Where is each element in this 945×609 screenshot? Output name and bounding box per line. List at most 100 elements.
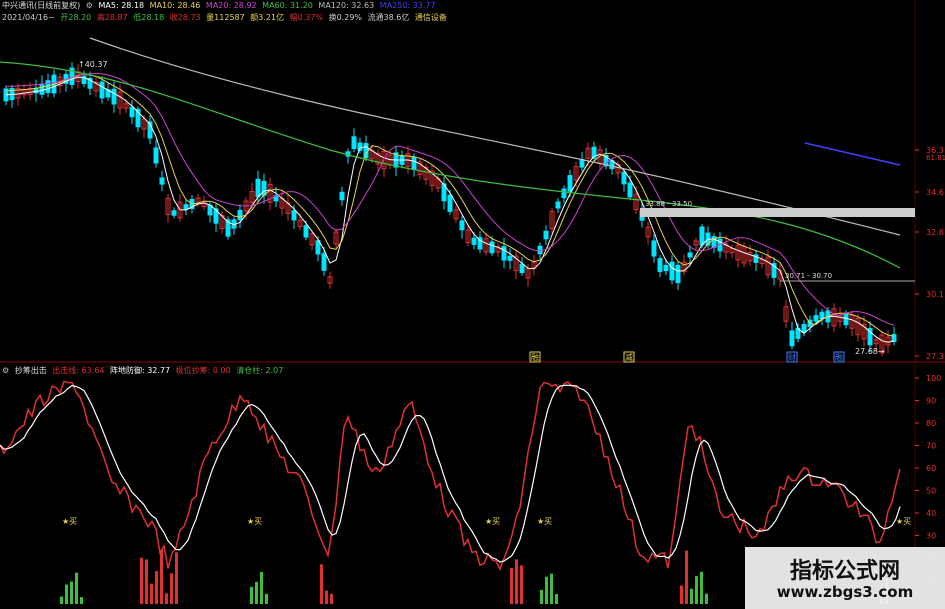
buy-signal-label: ★买 [537,517,552,526]
event-marker-text: 减 [625,352,633,362]
bottom-buy-bar [145,559,148,604]
clear-position-bar [60,596,63,604]
candle-body [351,136,357,150]
ma60-line [0,61,901,269]
attack-line [0,380,901,571]
bottom-buy-bar [685,550,688,604]
event-marker-text: 融 [835,352,843,362]
candle-body [129,106,135,118]
indicator-title[interactable]: 抄筹出击 [15,366,47,375]
candle-body [801,324,807,333]
clear-position-bar [250,586,253,604]
bottom-buy-bar [330,593,333,604]
ma10-label: MA10: 28.46 [149,1,201,10]
info-row: 2021/04/16~ 开28.20 高28.87 低28.18 收28.73 … [2,12,450,24]
buy-signal-label: ★买 [247,517,262,526]
bottom-buy-bar [320,564,323,604]
gear-icon[interactable]: ⚙ [2,366,9,375]
bottom-buy-bar [165,593,168,604]
clear-position-bar [545,576,548,604]
open-label: 开28.20 [60,13,92,22]
candle-body [543,230,549,240]
candle-body [567,175,573,192]
clear-position-bar [260,571,263,604]
candle-body [561,188,567,199]
candle-body [657,258,663,272]
candle-body [471,237,477,245]
bottom-buy-bar [155,571,158,604]
bottom-buy-bar [140,557,143,604]
candle-body [819,311,825,319]
candle-body [171,210,177,216]
y-axis-label-lower: 90 [926,397,936,406]
clear-position-bar [555,593,558,604]
candle-body [813,315,819,322]
clear-position-bar [700,571,703,604]
high-label: 高28.87 [96,13,128,22]
ma120-label: MA120: 32.63 [318,1,375,10]
event-marker-text: 财 [788,352,796,362]
high-price-marker: ↑40.37 [78,60,108,69]
turnover-label: 换0.29% [328,13,363,22]
bottom-buy-bar [510,568,513,604]
candle-body [687,252,693,258]
y-axis-label-lower: 30 [926,532,936,541]
candle-body [255,178,261,198]
attack-line-label: 出击线: 63.64 [52,366,105,375]
candle-body [501,246,507,261]
close-label: 收28.73 [169,13,201,22]
bottom-buy-bar [160,549,163,604]
clear-bar-label: 清仓柱: 2.07 [236,366,284,375]
candle-body [789,330,795,347]
low-price-marker: 27.68→ [855,347,885,356]
candle-body [153,147,159,164]
clear-position-bar [70,581,73,604]
clear-position-bar [705,593,708,604]
candle-body [237,209,243,221]
candle-body [459,220,465,231]
bottom-buy-bar [325,590,328,604]
clear-position-bar [75,572,78,604]
clear-position-bar [690,588,693,604]
candle-body [555,201,561,209]
clear-position-bar [265,593,268,604]
clear-position-bar [550,573,553,604]
candle-body [159,177,165,185]
bottom-buy-bar [515,559,518,604]
bottom-buy-label: 极位抄筹: 0.00 [175,366,231,375]
float-label: 流通38.6亿 [367,13,410,22]
candle-body [621,171,627,185]
y-axis-label-upper: 61.81 [926,154,945,162]
candle-body [627,182,633,198]
candle-body [111,88,117,105]
range-label: 幅0.37% [289,13,324,22]
y-axis-label-upper: 34.6 [926,188,944,197]
bottom-buy-bar [520,565,523,604]
candle-body [303,225,309,238]
settings-icon[interactable]: ⚙ [86,1,93,10]
amount-label: 额3.21亿 [250,13,285,22]
candle-body [651,240,657,257]
buy-signal-label: ★买 [896,517,911,526]
clear-position-bar [540,589,543,604]
candle-body [339,191,345,201]
bottom-buy-bar [175,552,178,604]
event-marker-text: 融 [531,352,539,362]
buy-signal-label: ★买 [485,517,500,526]
volume-label: 量112587 [206,13,245,22]
date-label: 2021/04/16~ [2,13,55,22]
low-label: 低28.18 [133,13,165,22]
candle-body [315,240,321,255]
bottom-buy-bar [680,585,683,604]
y-axis-label-upper: 27.3 [926,352,944,361]
y-axis-label-lower: 60 [926,464,936,473]
stock-chart-window[interactable]: 36.3 34.6 32.8 30.1 27.3 61.81 100 90 80 70 60 50 40… [0,0,945,609]
y-axis-label-lower: 80 [926,419,936,428]
ma60-label: MA60: 31.20 [262,1,313,10]
watermark-title: 指标公式网 [789,559,900,584]
watermark-url: www.zbgs3.com [776,583,914,601]
chart-canvas[interactable]: 36.334.632.830.127.361.81100908070605040… [0,0,945,609]
bottom-buy-bar [150,583,153,604]
candle-body [99,81,105,99]
watermark-badge: 指标公式网 www.zbgs3.com [745,547,945,609]
